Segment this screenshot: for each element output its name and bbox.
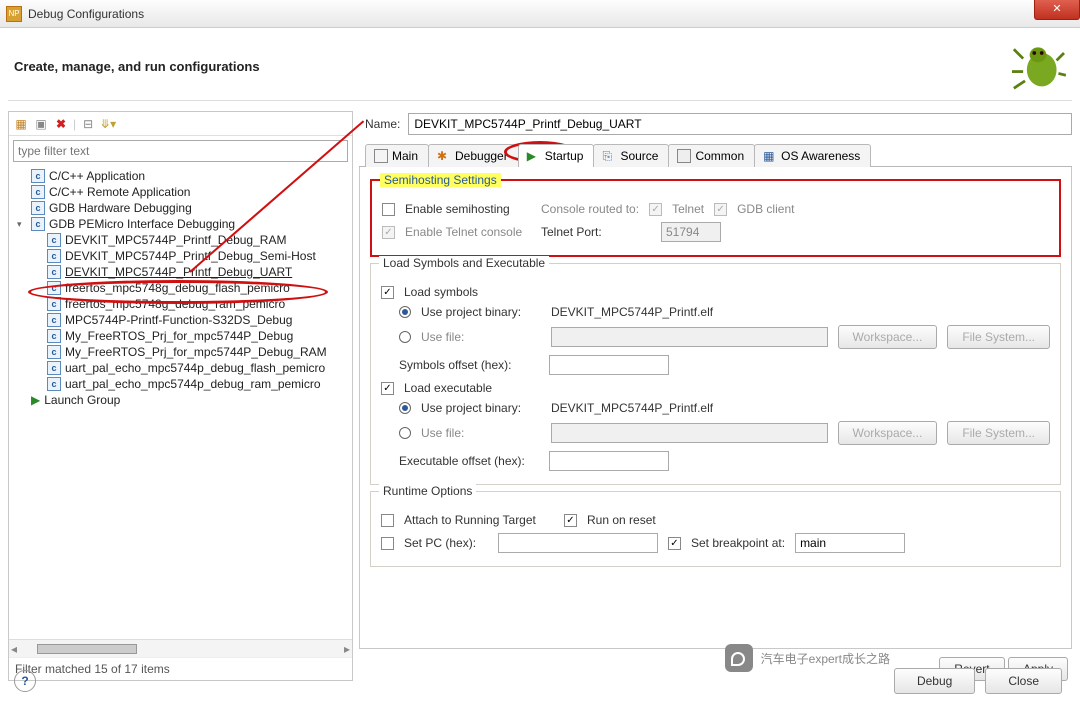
tree-child[interactable]: cfreertos_mpc5748g_debug_flash_pemicro	[9, 280, 352, 296]
load-legend: Load Symbols and Executable	[379, 256, 549, 270]
filter-status: Filter matched 15 of 17 items	[9, 657, 352, 680]
exec-proj-value: DEVKIT_MPC5744P_Printf.elf	[551, 401, 713, 415]
filter-icon[interactable]: ⤋▾	[100, 116, 116, 132]
load-exec-checkbox[interactable]: ✓	[381, 382, 394, 395]
tab-bar: Main ✱Debugger ▶Startup ⎘Source Common ▦…	[359, 143, 1072, 167]
dialog-title: Create, manage, and run configurations	[14, 59, 260, 74]
telnet-port-label: Telnet Port:	[541, 225, 651, 239]
set-pc-checkbox[interactable]	[381, 537, 394, 550]
load-group: Load Symbols and Executable ✓Load symbol…	[370, 263, 1061, 485]
tree-child[interactable]: cuart_pal_echo_mpc5744p_debug_ram_pemicr…	[9, 376, 352, 392]
config-tree[interactable]: cC/C++ Application cC/C++ Remote Applica…	[9, 166, 352, 639]
tree-child[interactable]: cMy_FreeRTOS_Prj_for_mpc5744P_Debug	[9, 328, 352, 344]
new-config-icon[interactable]: ▦	[13, 116, 29, 132]
filter-input[interactable]	[13, 140, 348, 162]
tree-child[interactable]: cfreertos_mpc5748g_debug_ram_pemicro	[9, 296, 352, 312]
enable-telnet-label: Enable Telnet console	[405, 225, 531, 239]
tab-startup[interactable]: ▶Startup	[518, 144, 595, 167]
console-routed-label: Console routed to:	[541, 202, 639, 216]
attach-checkbox[interactable]	[381, 514, 394, 527]
load-symbols-checkbox[interactable]: ✓	[381, 286, 394, 299]
tree-child-selected[interactable]: cDEVKIT_MPC5744P_Printf_Debug_UART	[9, 264, 352, 280]
tree-child[interactable]: cMy_FreeRTOS_Prj_for_mpc5744P_Debug_RAM	[9, 344, 352, 360]
exec-workspace-button[interactable]: Workspace...	[838, 421, 938, 445]
exec-file-input	[551, 423, 828, 443]
wechat-icon	[725, 644, 753, 672]
semihosting-group: Semihosting Settings Enable semihosting …	[370, 179, 1061, 257]
tree-hscroll[interactable]: ◂▸	[9, 639, 352, 657]
duplicate-icon[interactable]: ▣	[33, 116, 49, 132]
delete-icon[interactable]: ✖	[53, 116, 69, 132]
exec-file-radio[interactable]	[399, 427, 411, 439]
runtime-legend: Runtime Options	[379, 484, 476, 498]
telnet-checkbox: ✓	[649, 203, 662, 216]
symbols-file-radio[interactable]	[399, 331, 411, 343]
tab-os-awareness[interactable]: ▦OS Awareness	[754, 144, 871, 167]
runtime-group: Runtime Options Attach to Running Target…	[370, 491, 1061, 567]
breakpoint-input[interactable]	[795, 533, 905, 553]
run-on-reset-checkbox[interactable]: ✓	[564, 514, 577, 527]
collapse-icon[interactable]: ⊟	[80, 116, 96, 132]
telnet-port-input	[661, 222, 721, 242]
telnet-label: Telnet	[672, 202, 704, 216]
tab-panel: Semihosting Settings Enable semihosting …	[359, 167, 1072, 649]
name-input[interactable]	[408, 113, 1072, 135]
tree-child[interactable]: cMPC5744P-Printf-Function-S32DS_Debug	[9, 312, 352, 328]
tab-common[interactable]: Common	[668, 144, 755, 167]
tree-child[interactable]: cDEVKIT_MPC5744P_Printf_Debug_RAM	[9, 232, 352, 248]
tree-item[interactable]: ▾cGDB PEMicro Interface Debugging	[9, 216, 352, 232]
symbols-filesystem-button[interactable]: File System...	[947, 325, 1050, 349]
dialog-header: Create, manage, and run configurations	[0, 28, 1080, 100]
semihosting-legend: Semihosting Settings	[380, 173, 501, 187]
left-panel: ▦ ▣ ✖ | ⊟ ⤋▾ cC/C++ Application cC/C++ R…	[8, 111, 353, 681]
tree-item[interactable]: cC/C++ Remote Application	[9, 184, 352, 200]
enable-semihosting-label: Enable semihosting	[405, 202, 531, 216]
tree-item[interactable]: cGDB Hardware Debugging	[9, 200, 352, 216]
set-pc-input[interactable]	[498, 533, 658, 553]
app-icon: NP	[6, 6, 22, 22]
tree-child[interactable]: cDEVKIT_MPC5744P_Printf_Debug_Semi-Host	[9, 248, 352, 264]
exec-filesystem-button[interactable]: File System...	[947, 421, 1050, 445]
enable-semihosting-checkbox[interactable]	[382, 203, 395, 216]
name-label: Name:	[365, 117, 400, 131]
tab-source[interactable]: ⎘Source	[593, 144, 669, 167]
window-title: Debug Configurations	[28, 7, 144, 21]
symbols-file-input	[551, 327, 828, 347]
symbols-workspace-button[interactable]: Workspace...	[838, 325, 938, 349]
set-breakpoint-checkbox[interactable]: ✓	[668, 537, 681, 550]
tree-item-launch-group[interactable]: ▶Launch Group	[9, 392, 352, 408]
gdb-client-checkbox: ✓	[714, 203, 727, 216]
exec-proj-radio[interactable]	[399, 402, 411, 414]
enable-telnet-checkbox: ✓	[382, 226, 395, 239]
tab-debugger[interactable]: ✱Debugger	[428, 144, 519, 167]
help-icon[interactable]: ?	[14, 670, 36, 692]
symbols-proj-value: DEVKIT_MPC5744P_Printf.elf	[551, 305, 713, 319]
tree-toolbar: ▦ ▣ ✖ | ⊟ ⤋▾	[9, 112, 352, 136]
tree-child[interactable]: cuart_pal_echo_mpc5744p_debug_flash_pemi…	[9, 360, 352, 376]
dialog-footer: Debug Close	[894, 668, 1062, 694]
tab-main[interactable]: Main	[365, 144, 429, 167]
right-panel: Name: Main ✱Debugger ▶Startup ⎘Source Co…	[359, 111, 1072, 681]
tree-item[interactable]: cC/C++ Application	[9, 168, 352, 184]
watermark: 汽车电子expert成长之路	[725, 644, 890, 672]
debug-button[interactable]: Debug	[894, 668, 975, 694]
debug-bug-icon	[1010, 40, 1066, 92]
symbols-offset-input[interactable]	[549, 355, 669, 375]
gdb-client-label: GDB client	[737, 202, 794, 216]
exec-offset-input[interactable]	[549, 451, 669, 471]
close-button[interactable]: Close	[985, 668, 1062, 694]
filter-box	[13, 140, 348, 162]
window-titlebar: NP Debug Configurations ✕	[0, 0, 1080, 28]
symbols-proj-radio[interactable]	[399, 306, 411, 318]
close-window-button[interactable]: ✕	[1034, 0, 1080, 20]
